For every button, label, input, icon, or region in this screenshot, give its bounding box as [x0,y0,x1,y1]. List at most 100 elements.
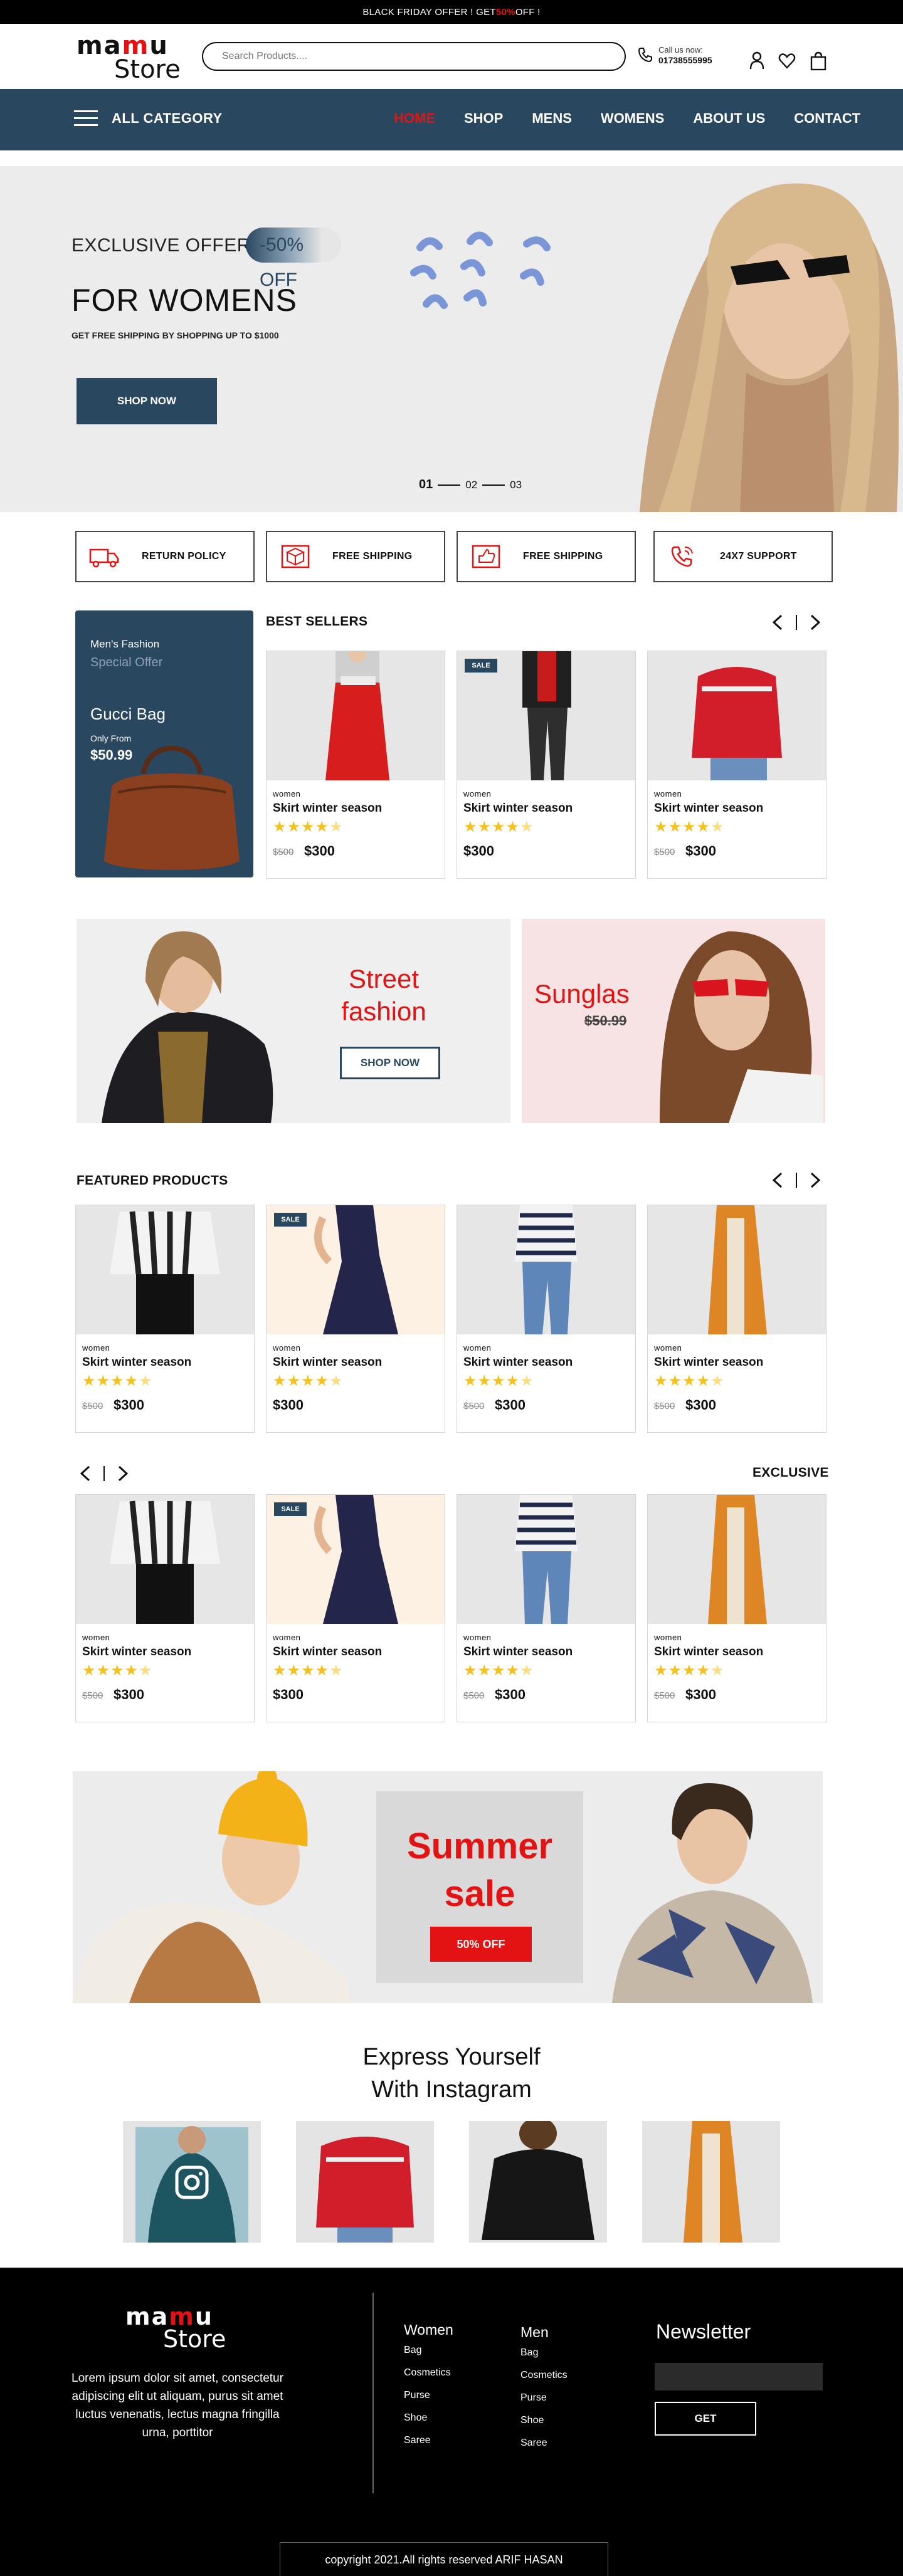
instagram-icon [175,2165,209,2199]
product-name[interactable]: Skirt winter season [273,1356,382,1369]
product-name[interactable]: Skirt winter season [463,802,573,815]
bag-icon[interactable] [809,50,828,71]
call-info[interactable]: Call us now: 01738555995 [637,44,712,69]
nav-item-contact[interactable]: CONTACT [794,110,860,129]
hero-shop-now-button[interactable]: SHOP NOW [77,378,217,424]
product-price: $300 [685,843,716,859]
slide-dot-2[interactable]: 02 [465,479,477,491]
footer-link[interactable]: Saree [520,2437,568,2449]
product-name[interactable]: Skirt winter season [654,1645,763,1659]
promo-card-gucci-bag[interactable]: Men's Fashion Special Offer Gucci Bag On… [75,610,253,877]
featured-products-title: FEATURED PRODUCTS [77,1173,228,1188]
street-line1: Street [348,964,420,993]
chevron-right-icon[interactable] [113,1464,132,1483]
hero-title: FOR WOMENS [71,283,297,318]
heart-icon[interactable] [778,50,796,71]
product-name[interactable]: Skirt winter season [463,1645,573,1659]
product-name[interactable]: Skirt winter season [654,802,763,815]
search-input[interactable] [202,42,626,71]
product-card[interactable]: SALE women Skirt winter season ★★★★★ $30… [457,651,636,879]
main-nav: ALL CATEGORY HOME SHOP MENS WOMENS ABOUT… [0,89,903,150]
footer-link[interactable]: Purse [520,2392,568,2404]
service-return-policy[interactable]: RETURN POLICY [75,531,255,582]
instagram-post[interactable] [123,2121,261,2243]
instagram-post[interactable] [296,2121,434,2243]
product-old-price: $500 [82,1401,103,1411]
product-old-price: $500 [463,1690,485,1701]
chevron-right-icon[interactable] [805,613,824,632]
hero-model-image [602,166,903,512]
service-label: FREE SHIPPING [332,551,413,562]
footer-link[interactable]: Shoe [520,2415,568,2426]
topbar-highlight: 50% [495,6,515,18]
slide-dot-3[interactable]: 03 [510,479,522,491]
rating-stars: ★★★★★ [463,1662,534,1679]
promo-topbar: BLACK FRIDAY OFFER ! GET 50% OFF ! [0,0,903,24]
product-name[interactable]: Skirt winter season [82,1356,191,1369]
footer-link[interactable]: Bag [520,2347,568,2359]
summer-sale-button[interactable]: 50% OFF [430,1927,532,1962]
nav-item-about[interactable]: ABOUT US [693,110,765,129]
product-card[interactable]: women Skirt winter season ★★★★★ $500 $30… [647,1205,826,1433]
box-icon [281,545,310,568]
summer-line2: sale [444,1873,515,1914]
newsletter-email-input[interactable] [655,2363,823,2390]
topbar-prefix: BLACK FRIDAY OFFER ! GET [362,6,496,18]
footer-link[interactable]: Saree [404,2435,453,2446]
product-card[interactable]: women Skirt winter season ★★★★★ $500 $30… [647,1494,826,1722]
slide-dot-1[interactable]: 01 [419,478,433,492]
product-card[interactable]: women Skirt winter season ★★★★★ $500 $30… [75,1205,255,1433]
exclusive-title: EXCLUSIVE [752,1465,829,1480]
footer-women-column: Women Bag Cosmetics Purse Shoe Saree [404,2322,453,2458]
product-price: $300 [273,1397,304,1413]
footer-link[interactable]: Shoe [404,2412,453,2424]
service-free-shipping-2[interactable]: FREE SHIPPING [457,531,636,582]
newsletter-get-button[interactable]: GET [655,2402,756,2436]
product-card[interactable]: women Skirt winter season ★★★★★ $500 $30… [647,651,826,879]
nav-item-shop[interactable]: SHOP [464,110,503,129]
street-fashion-banner[interactable]: Street fashion SHOP NOW [77,919,510,1123]
nav-item-home[interactable]: HOME [394,110,435,129]
product-name[interactable]: Skirt winter season [654,1356,763,1369]
product-category: women [654,1343,682,1353]
summer-model-right-image [599,1771,823,2003]
product-card[interactable]: women Skirt winter season ★★★★★ $500 $30… [457,1205,636,1433]
all-category-link[interactable]: ALL CATEGORY [112,110,223,127]
instagram-post[interactable] [469,2121,607,2243]
chevron-left-icon[interactable] [769,1171,788,1190]
service-free-shipping[interactable]: FREE SHIPPING [266,531,445,582]
instagram-post[interactable] [642,2121,780,2243]
product-card[interactable]: women Skirt winter season ★★★★★ $500 $30… [457,1494,636,1722]
product-card[interactable]: SALE women Skirt winter season ★★★★★ $30… [266,1205,445,1433]
product-card[interactable]: SALE women Skirt winter season ★★★★★ $30… [266,1494,445,1722]
footer-logo[interactable]: mamu Store [124,2303,237,2353]
product-name[interactable]: Skirt winter season [273,1645,382,1659]
footer-men-title: Men [520,2324,549,2340]
chevron-left-icon[interactable] [77,1464,95,1483]
service-support[interactable]: 24X7 SUPPORT [653,531,833,582]
chevron-right-icon[interactable] [805,1171,824,1190]
user-icon[interactable] [747,50,766,71]
product-name[interactable]: Skirt winter season [463,1356,573,1369]
sale-badge: SALE [465,659,497,673]
footer-link[interactable]: Bag [404,2345,453,2356]
nav-item-mens[interactable]: MENS [532,110,572,129]
nav-item-womens[interactable]: WOMENS [601,110,664,129]
street-shop-now-button[interactable]: SHOP NOW [340,1047,440,1079]
product-category: women [654,789,682,798]
product-card[interactable]: women Skirt winter season ★★★★★ $500 $30… [75,1494,255,1722]
site-logo[interactable]: mamu Store [75,31,188,84]
chevron-left-icon[interactable] [769,613,788,632]
footer-link[interactable]: Purse [404,2390,453,2401]
rating-stars: ★★★★★ [82,1373,153,1390]
product-old-price: $500 [273,847,294,857]
product-name[interactable]: Skirt winter season [82,1645,191,1659]
product-card[interactable]: women Skirt winter season ★★★★★ $500 $30… [266,651,445,879]
sunglass-model-image [635,919,825,1123]
product-name[interactable]: Skirt winter season [273,802,382,815]
phone-icon [638,48,652,63]
footer-link[interactable]: Cosmetics [520,2370,568,2381]
sunglass-banner[interactable]: Sunglas $50.99 [522,919,825,1123]
footer-link[interactable]: Cosmetics [404,2367,453,2379]
menu-icon[interactable] [74,110,98,128]
